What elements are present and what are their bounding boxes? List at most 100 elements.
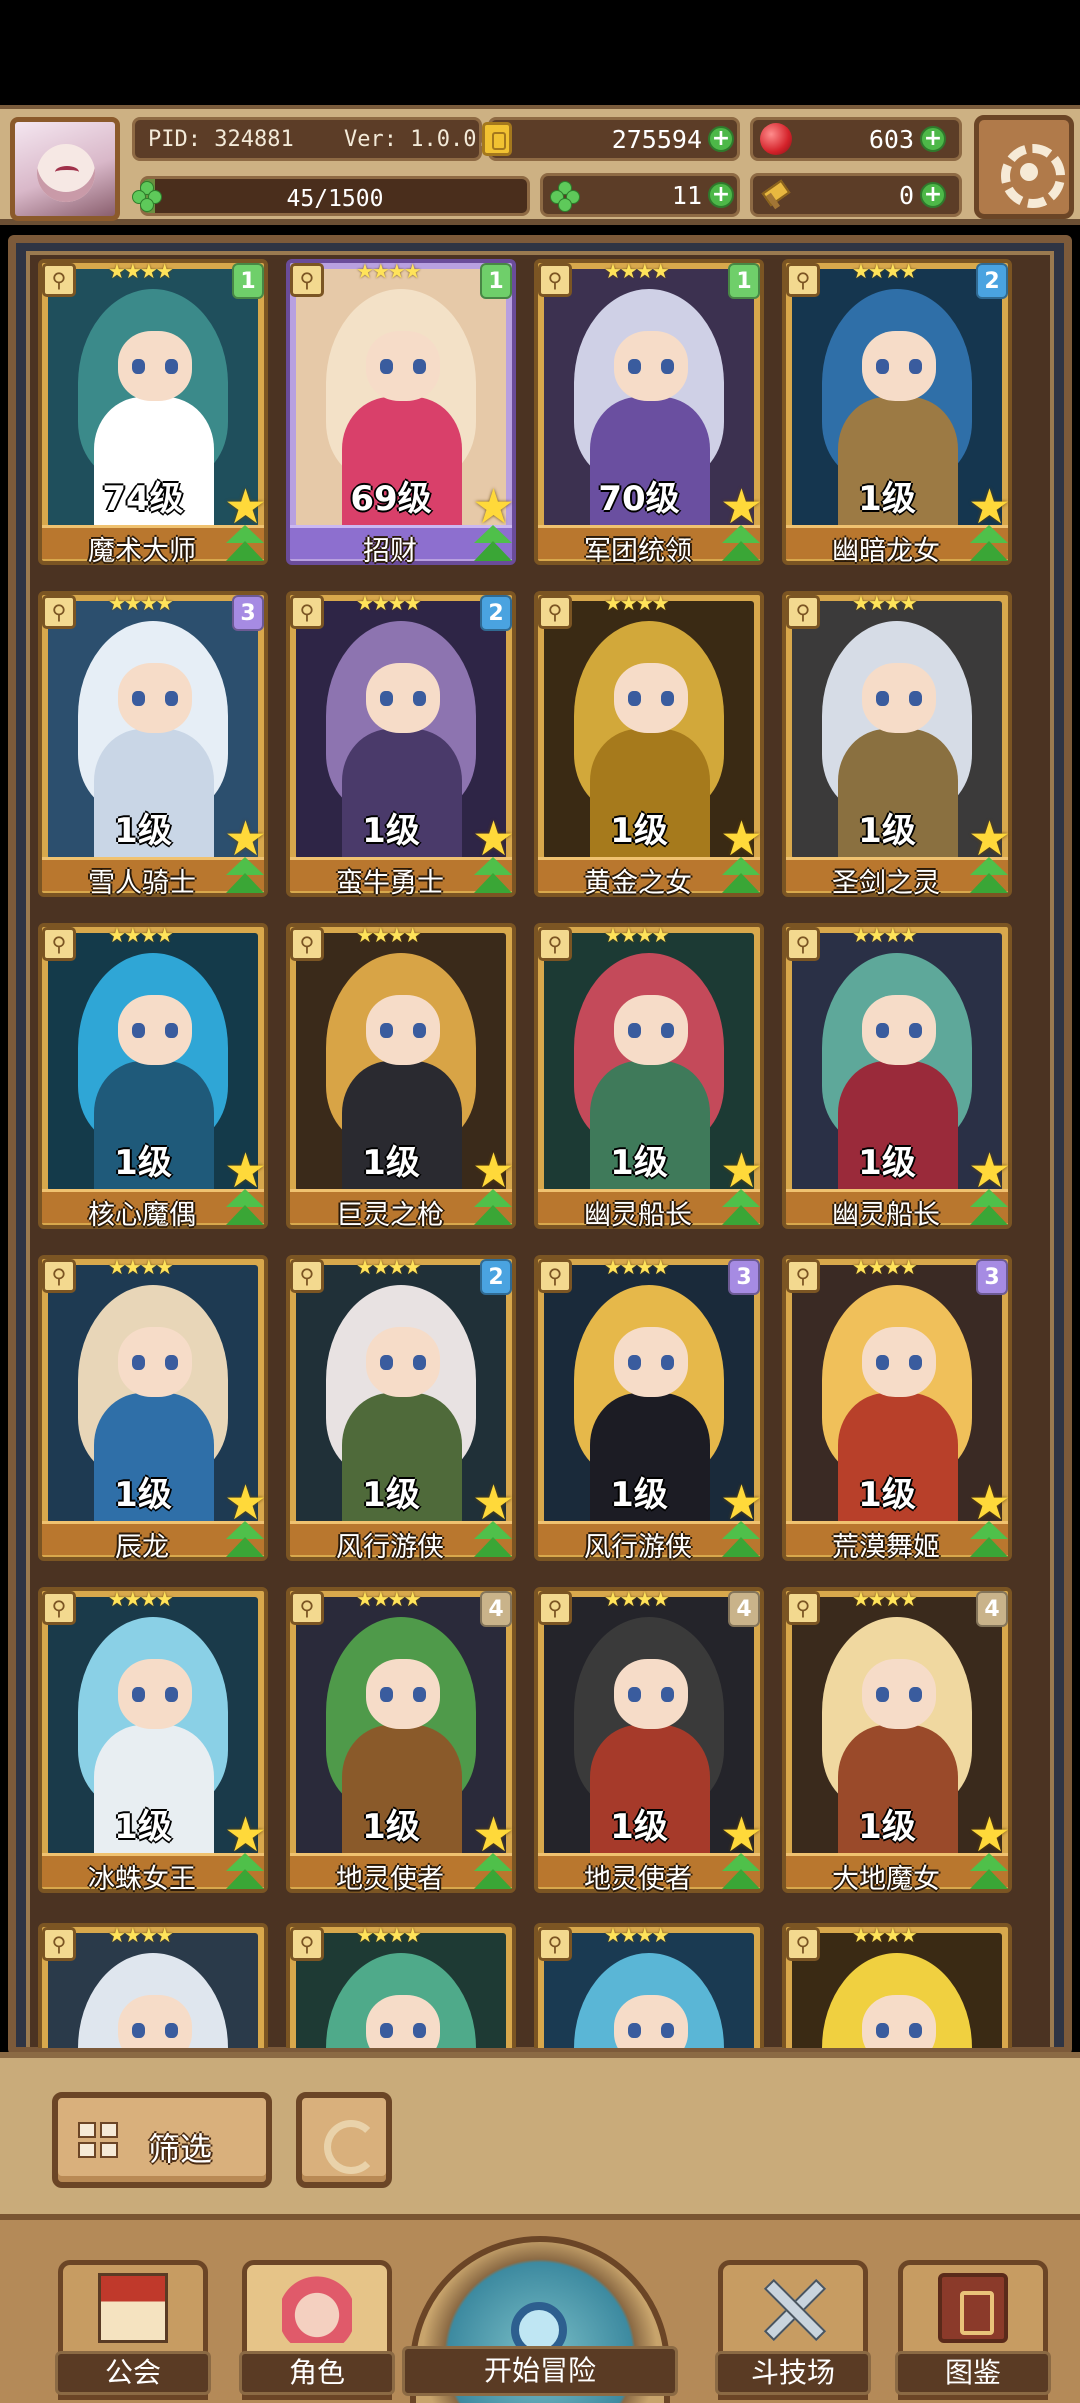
nav-codex[interactable]: 图鉴	[895, 2260, 1051, 2400]
star-upgrade-icon[interactable]: ★	[720, 1479, 764, 1527]
class-icon: ⚲	[42, 927, 76, 961]
character-card[interactable]: ⚲ ★★★★ 4 1级 地灵使者 ★	[534, 1587, 764, 1895]
level-up-arrow-icon[interactable]	[470, 857, 516, 895]
level-up-arrow-icon[interactable]	[718, 525, 764, 563]
game-version: Ver: 1.0.0.3	[344, 127, 503, 152]
level-up-arrow-icon[interactable]	[718, 1521, 764, 1559]
character-card[interactable]: ⚲ ★★★★ 4 1级 大地魔女 ★	[782, 1587, 1012, 1895]
level-up-arrow-icon[interactable]	[470, 525, 516, 563]
energy-bar: 45/1500	[140, 176, 530, 216]
level-up-arrow-icon[interactable]	[222, 1853, 268, 1891]
character-card-partial[interactable]: ⚲ ★★★★	[286, 1923, 516, 2048]
star-upgrade-icon[interactable]: ★	[472, 483, 516, 531]
level-up-arrow-icon[interactable]	[470, 1521, 516, 1559]
star-upgrade-icon[interactable]: ★	[472, 1147, 516, 1195]
add-gems-button[interactable]: +	[920, 126, 946, 152]
character-level: 1级	[858, 1807, 916, 1847]
star-upgrade-icon[interactable]: ★	[472, 1479, 516, 1527]
rank-badge: 1	[728, 263, 760, 299]
character-card[interactable]: ⚲ ★★★★ 1级 圣剑之灵 ★	[782, 591, 1012, 899]
settings-gear-button[interactable]	[974, 115, 1074, 219]
character-card[interactable]: ⚲ ★★★★ 1级 核心魔偶 ★	[38, 923, 268, 1231]
character-name: 荒漠舞姬	[832, 1532, 940, 1563]
character-card[interactable]: ⚲ ★★★★ 2 1级 风行游侠 ★	[286, 1255, 516, 1563]
class-icon: ⚲	[538, 927, 572, 961]
level-up-arrow-icon[interactable]	[966, 857, 1012, 895]
star-upgrade-icon[interactable]: ★	[968, 1811, 1012, 1859]
character-card[interactable]: ⚲ ★★★★ 4 1级 地灵使者 ★	[286, 1587, 516, 1895]
nav-character[interactable]: 角色	[239, 2260, 395, 2400]
level-up-arrow-icon[interactable]	[470, 1853, 516, 1891]
star-upgrade-icon[interactable]: ★	[224, 1479, 268, 1527]
class-icon: ⚲	[786, 1927, 820, 1961]
level-up-arrow-icon[interactable]	[718, 857, 764, 895]
level-up-arrow-icon[interactable]	[966, 1189, 1012, 1227]
character-card[interactable]: ⚲ ★★★★ 3 1级 雪人骑士 ★	[38, 591, 268, 899]
character-card-partial[interactable]: ⚲ ★★★★	[534, 1923, 764, 2048]
level-up-arrow-icon[interactable]	[718, 1853, 764, 1891]
star-rating-icon: ★★★★	[852, 1255, 918, 1279]
star-upgrade-icon[interactable]: ★	[968, 1479, 1012, 1527]
star-upgrade-icon[interactable]: ★	[224, 1147, 268, 1195]
nav-character-label: 角色	[239, 2351, 395, 2395]
gold-coin-icon	[482, 122, 512, 156]
character-card[interactable]: ⚲ ★★★★ 1 74级 魔术大师 ★	[38, 259, 268, 567]
player-avatar[interactable]	[10, 117, 120, 221]
add-clover-button[interactable]: +	[708, 182, 734, 208]
character-card[interactable]: ⚲ ★★★★ 1级 幽灵船长 ★	[782, 923, 1012, 1231]
character-card[interactable]: ⚲ ★★★★ 1级 冰蛛女王 ★	[38, 1587, 268, 1895]
nav-arena-label: 斗技场	[715, 2351, 871, 2395]
character-level: 1级	[610, 1807, 668, 1847]
character-card[interactable]: ⚲ ★★★★ 1级 幽灵船长 ★	[534, 923, 764, 1231]
rank-badge: 2	[480, 1259, 512, 1295]
character-name: 核心魔偶	[88, 1200, 196, 1231]
star-upgrade-icon[interactable]: ★	[224, 815, 268, 863]
level-up-arrow-icon[interactable]	[222, 525, 268, 563]
character-name: 雪人骑士	[88, 868, 196, 899]
character-level: 1级	[858, 479, 916, 519]
star-upgrade-icon[interactable]: ★	[968, 815, 1012, 863]
character-card[interactable]: ⚲ ★★★★ 1级 黄金之女 ★	[534, 591, 764, 899]
class-icon: ⚲	[786, 927, 820, 961]
level-up-arrow-icon[interactable]	[470, 1189, 516, 1227]
add-hammer-button[interactable]: +	[920, 182, 946, 208]
character-card[interactable]: ⚲ ★★★★ 1级 巨灵之枪 ★	[286, 923, 516, 1231]
star-upgrade-icon[interactable]: ★	[720, 815, 764, 863]
character-card[interactable]: ⚲ ★★★★ 3 1级 风行游侠 ★	[534, 1255, 764, 1563]
star-upgrade-icon[interactable]: ★	[968, 1147, 1012, 1195]
star-upgrade-icon[interactable]: ★	[720, 1147, 764, 1195]
star-upgrade-icon[interactable]: ★	[720, 1811, 764, 1859]
nav-guild[interactable]: 公会	[55, 2260, 211, 2400]
nav-arena[interactable]: 斗技场	[715, 2260, 871, 2400]
level-up-arrow-icon[interactable]	[966, 1853, 1012, 1891]
star-upgrade-icon[interactable]: ★	[224, 483, 268, 531]
energy-value: 45/1500	[286, 186, 384, 212]
filter-button[interactable]: 筛选	[52, 2092, 272, 2188]
star-upgrade-icon[interactable]: ★	[472, 1811, 516, 1859]
character-card[interactable]: ⚲ ★★★★ 2 1级 蛮牛勇士 ★	[286, 591, 516, 899]
level-up-arrow-icon[interactable]	[718, 1189, 764, 1227]
star-upgrade-icon[interactable]: ★	[224, 1811, 268, 1859]
character-card[interactable]: ⚲ ★★★★ 1 69级 招财 ★	[286, 259, 516, 567]
character-card[interactable]: ⚲ ★★★★ 3 1级 荒漠舞姬 ★	[782, 1255, 1012, 1563]
level-up-arrow-icon[interactable]	[222, 857, 268, 895]
character-level: 1级	[362, 1475, 420, 1515]
level-up-arrow-icon[interactable]	[222, 1521, 268, 1559]
star-rating-icon: ★★★★	[356, 1255, 422, 1279]
character-card[interactable]: ⚲ ★★★★ 2 1级 幽暗龙女 ★	[782, 259, 1012, 567]
character-card[interactable]: ⚲ ★★★★ 1 70级 军团统领 ★	[534, 259, 764, 567]
character-card[interactable]: ⚲ ★★★★ 1级 辰龙 ★	[38, 1255, 268, 1563]
level-up-arrow-icon[interactable]	[966, 525, 1012, 563]
star-upgrade-icon[interactable]: ★	[472, 815, 516, 863]
add-gold-button[interactable]: +	[708, 126, 734, 152]
star-upgrade-icon[interactable]: ★	[968, 483, 1012, 531]
star-upgrade-icon[interactable]: ★	[720, 483, 764, 531]
rank-badge: 3	[976, 1259, 1008, 1295]
refresh-button[interactable]	[296, 2092, 392, 2188]
level-up-arrow-icon[interactable]	[966, 1521, 1012, 1559]
character-card-partial[interactable]: ⚲ ★★★★	[38, 1923, 268, 2048]
star-rating-icon: ★★★★	[356, 1587, 422, 1611]
character-card-partial[interactable]: ⚲ ★★★★	[782, 1923, 1012, 2048]
level-up-arrow-icon[interactable]	[222, 1189, 268, 1227]
character-name: 圣剑之灵	[832, 868, 940, 899]
